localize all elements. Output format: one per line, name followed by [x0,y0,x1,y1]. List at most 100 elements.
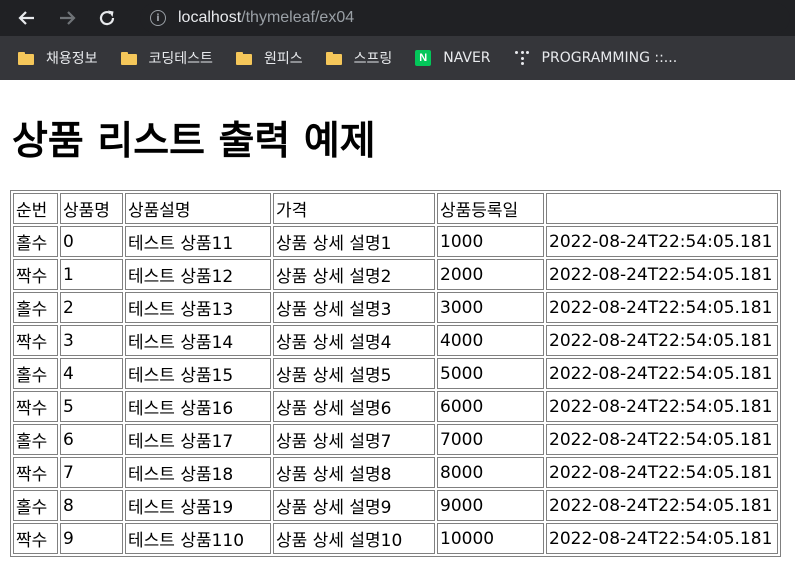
header-cell-reg-date: 상품등록일 [437,193,544,224]
folder-icon [235,51,252,65]
table-row: 짝수 5 테스트 상품16 상품 상세 설명6 6000 2022-08-24T22:54… [13,391,778,422]
cell-parity: 짝수 [13,523,58,554]
cell-price: 6000 [437,391,544,422]
cell-product-desc: 상품 상세 설명5 [273,358,435,389]
cell-product-name: 테스트 상품12 [125,259,271,290]
table-row: 홀수 0 테스트 상품11 상품 상세 설명1 1000 2022-08-24T22:54… [13,226,778,257]
url-path: /thymeleaf/ex04 [241,9,355,26]
cell-parity: 짝수 [13,457,58,488]
cell-index: 5 [60,391,123,422]
cell-reg-date: 2022-08-24T22:54:05.181 [546,424,778,455]
cell-product-desc: 상품 상세 설명2 [273,259,435,290]
bookmark-label: 스프링 [353,51,393,67]
folder-icon [325,51,342,65]
cell-product-name: 테스트 상품13 [125,292,271,323]
cell-product-name: 테스트 상품15 [125,358,271,389]
cell-index: 2 [60,292,123,323]
back-button[interactable] [17,8,37,28]
table-row: 짝수 7 테스트 상품18 상품 상세 설명8 8000 2022-08-24T22:54… [13,457,778,488]
cell-index: 3 [60,325,123,356]
cell-reg-date: 2022-08-24T22:54:05.181 [546,523,778,554]
header-cell-name: 상품명 [60,193,123,224]
table-row: 짝수 9 테스트 상품110 상품 상세 설명10 10000 2022-08-24T22… [13,523,778,554]
header-cell-description: 상품설명 [125,193,271,224]
table-row: 짝수 1 테스트 상품12 상품 상세 설명2 2000 2022-08-24T22:54… [13,259,778,290]
back-arrow-icon [18,11,34,25]
cell-index: 9 [60,523,123,554]
table-row: 홀수 2 테스트 상품13 상품 상세 설명3 3000 2022-08-24T22:54… [13,292,778,323]
cell-reg-date: 2022-08-24T22:54:05.181 [546,325,778,356]
bookmark-label: 코딩테스트 [148,51,213,67]
reload-icon [99,10,115,26]
cell-parity: 홀수 [13,358,58,389]
folder-icon [120,51,137,65]
cell-product-desc: 상품 상세 설명4 [273,325,435,356]
cell-price: 5000 [437,358,544,389]
cell-price: 2000 [437,259,544,290]
bookmark-jobs[interactable]: 채용정보 [18,44,98,72]
bookmark-naver[interactable]: N NAVER [415,44,491,72]
cell-product-name: 테스트 상품14 [125,325,271,356]
cell-product-name: 테스트 상품19 [125,490,271,521]
page-title: 상품 리스트 출력 예제 [12,119,376,164]
cell-reg-date: 2022-08-24T22:54:05.181 [546,457,778,488]
bookmarks-bar: 채용정보 코딩테스트 원피스 스프링 N NAVER PROGRAMMING :… [0,36,795,80]
header-cell-empty [546,193,778,224]
cell-index: 0 [60,226,123,257]
header-cell-order: 순번 [13,193,58,224]
cell-index: 6 [60,424,123,455]
reload-button[interactable] [97,8,117,28]
cell-reg-date: 2022-08-24T22:54:05.181 [546,358,778,389]
url-host: localhost [178,9,242,26]
bookmark-label: 원피스 [263,51,303,67]
cell-product-name: 테스트 상품16 [125,391,271,422]
cell-product-desc: 상품 상세 설명7 [273,424,435,455]
cell-parity: 홀수 [13,226,58,257]
bookmark-label: NAVER [443,50,491,66]
cell-price: 4000 [437,325,544,356]
table-row: 홀수 8 테스트 상품19 상품 상세 설명9 9000 2022-08-24T22:54… [13,490,778,521]
site-info-icon[interactable]: i [150,10,166,26]
bookmark-spring[interactable]: 스프링 [325,44,393,72]
dots-icon [514,50,530,66]
cell-index: 8 [60,490,123,521]
cell-reg-date: 2022-08-24T22:54:05.181 [546,226,778,257]
table-row: 홀수 6 테스트 상품17 상품 상세 설명7 7000 2022-08-24T22:54… [13,424,778,455]
cell-product-desc: 상품 상세 설명3 [273,292,435,323]
cell-product-name: 테스트 상품11 [125,226,271,257]
cell-parity: 짝수 [13,259,58,290]
url-text: localhost/thymeleaf/ex04 [178,9,354,27]
bookmark-label: 채용정보 [46,51,98,67]
forward-button[interactable] [57,8,77,28]
cell-product-name: 테스트 상품18 [125,457,271,488]
forward-arrow-icon [60,11,76,25]
cell-parity: 짝수 [13,391,58,422]
cell-price: 8000 [437,457,544,488]
bookmark-onepiece[interactable]: 원피스 [235,44,303,72]
cell-index: 7 [60,457,123,488]
naver-icon: N [415,50,432,66]
table-row: 짝수 3 테스트 상품14 상품 상세 설명4 4000 2022-08-24T22:54… [13,325,778,356]
cell-price: 9000 [437,490,544,521]
cell-index: 1 [60,259,123,290]
header-cell-price: 가격 [273,193,435,224]
address-bar[interactable]: i localhost/thymeleaf/ex04 [140,3,790,33]
bookmark-label: PROGRAMMING ::... [541,50,678,66]
cell-product-desc: 상품 상세 설명1 [273,226,435,257]
bookmark-coding-test[interactable]: 코딩테스트 [120,44,213,72]
folder-icon [18,51,34,65]
cell-parity: 홀수 [13,424,58,455]
cell-price: 7000 [437,424,544,455]
cell-parity: 짝수 [13,325,58,356]
cell-reg-date: 2022-08-24T22:54:05.181 [546,391,778,422]
browser-toolbar: i localhost/thymeleaf/ex04 [0,0,795,36]
cell-reg-date: 2022-08-24T22:54:05.181 [546,259,778,290]
cell-reg-date: 2022-08-24T22:54:05.181 [546,490,778,521]
table-header-row: 순번 상품명 상품설명 가격 상품등록일 [13,193,778,224]
table-row: 홀수 4 테스트 상품15 상품 상세 설명5 5000 2022-08-24T22:54… [13,358,778,389]
cell-parity: 홀수 [13,292,58,323]
cell-parity: 홀수 [13,490,58,521]
bookmark-programming[interactable]: PROGRAMMING ::... [514,44,678,72]
cell-price: 10000 [437,523,544,554]
cell-product-desc: 상품 상세 설명10 [273,523,435,554]
